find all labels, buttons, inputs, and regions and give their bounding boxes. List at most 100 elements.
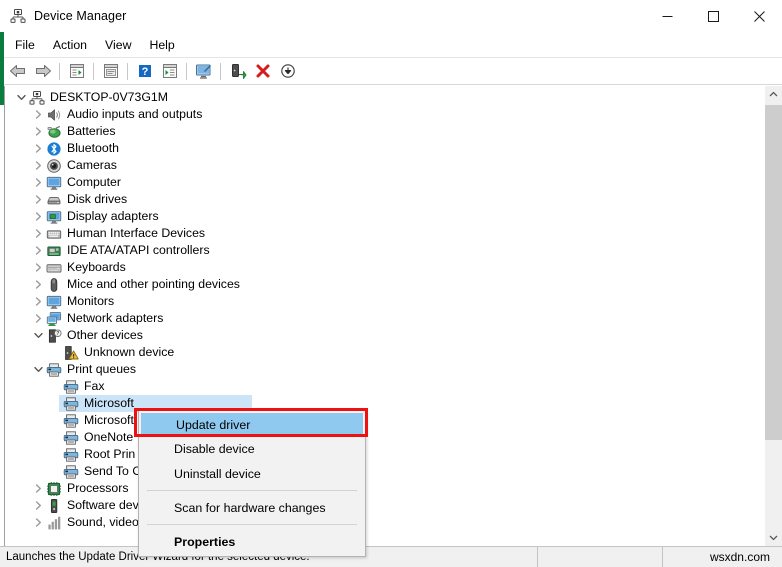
tree-row[interactable]: Processors bbox=[5, 480, 764, 497]
tree-row[interactable]: Network adapters bbox=[5, 310, 764, 327]
forward-icon[interactable] bbox=[30, 59, 55, 83]
tree-row[interactable]: Print queues bbox=[5, 361, 764, 378]
tree-row-label: Microsoft bbox=[84, 396, 134, 410]
tree-row[interactable]: IDE ATA/ATAPI controllers bbox=[5, 242, 764, 259]
expand-chevron-icon[interactable] bbox=[30, 514, 46, 531]
tree-row[interactable]: Audio inputs and outputs bbox=[5, 106, 764, 123]
tree-row[interactable]: Cameras bbox=[5, 157, 764, 174]
close-button[interactable] bbox=[736, 0, 782, 32]
expand-chevron-icon bbox=[47, 429, 63, 446]
computer-root-icon bbox=[29, 90, 45, 106]
tree-row[interactable]: Disk drives bbox=[5, 191, 764, 208]
tree-row[interactable]: Bluetooth bbox=[5, 140, 764, 157]
expand-chevron-icon[interactable] bbox=[30, 157, 46, 174]
expand-chevron-icon[interactable] bbox=[30, 497, 46, 514]
processor-icon bbox=[46, 481, 62, 497]
vertical-scrollbar[interactable] bbox=[764, 86, 782, 546]
expand-chevron-icon[interactable] bbox=[30, 174, 46, 191]
expand-chevron-icon bbox=[47, 412, 63, 429]
device-tree[interactable]: DESKTOP-0V73G1M Audio inputs and outputs B… bbox=[4, 86, 764, 546]
help-icon[interactable]: ? bbox=[132, 59, 157, 83]
back-icon[interactable] bbox=[5, 59, 30, 83]
tree-row[interactable]: Microsoft bbox=[5, 395, 764, 412]
tree-row[interactable]: Microsoft bbox=[5, 412, 764, 429]
expand-chevron-icon[interactable] bbox=[30, 191, 46, 208]
tree-row-label: Unknown device bbox=[84, 345, 175, 359]
tree-row[interactable]: Monitors bbox=[5, 293, 764, 310]
menu-action[interactable]: Action bbox=[44, 34, 96, 56]
context-menu-item[interactable]: Uninstall device bbox=[139, 461, 365, 486]
speaker-icon bbox=[46, 107, 62, 123]
show-hide-action-pane-icon[interactable] bbox=[157, 59, 182, 83]
update-driver-icon[interactable] bbox=[225, 59, 250, 83]
context-menu-item[interactable]: Update driver bbox=[141, 413, 363, 436]
context-menu-item[interactable]: Disable device bbox=[139, 436, 365, 461]
minimize-button[interactable] bbox=[644, 0, 690, 32]
expand-chevron-icon[interactable] bbox=[30, 327, 46, 344]
context-menu-item[interactable]: Scan for hardware changes bbox=[139, 495, 365, 520]
tree-row[interactable]: OneNote bbox=[5, 429, 764, 446]
expand-chevron-icon[interactable] bbox=[30, 361, 46, 378]
tree-row-label: Computer bbox=[67, 175, 121, 189]
uninstall-device-icon[interactable] bbox=[250, 59, 275, 83]
tree-row[interactable]: Sound, video bbox=[5, 514, 764, 531]
network-adapter-icon bbox=[46, 311, 62, 327]
tree-row-label: Monitors bbox=[67, 294, 115, 308]
expand-chevron-icon[interactable] bbox=[30, 259, 46, 276]
tree-row[interactable]: Mice and other pointing devices bbox=[5, 276, 764, 293]
menu-view[interactable]: View bbox=[96, 34, 140, 56]
tree-row-label: DESKTOP-0V73G1M bbox=[50, 90, 169, 104]
tree-row[interactable]: Unknown device bbox=[5, 344, 764, 361]
properties-icon[interactable] bbox=[98, 59, 123, 83]
expand-chevron-icon[interactable] bbox=[30, 276, 46, 293]
expand-chevron-icon[interactable] bbox=[30, 123, 46, 140]
scan-for-hardware-changes-icon[interactable] bbox=[191, 59, 216, 83]
tree-row-label: Sound, video bbox=[67, 515, 139, 529]
tree-row[interactable]: Display adapters bbox=[5, 208, 764, 225]
scroll-down-arrow[interactable] bbox=[765, 529, 782, 546]
tree-row[interactable]: Human Interface Devices bbox=[5, 225, 764, 242]
scrollbar-track[interactable] bbox=[765, 103, 782, 529]
tree-row[interactable]: ? Other devices bbox=[5, 327, 764, 344]
expand-chevron-icon[interactable] bbox=[30, 225, 46, 242]
show-hide-console-tree-icon[interactable] bbox=[64, 59, 89, 83]
printer-icon bbox=[46, 362, 62, 378]
green-accent-bar bbox=[0, 32, 4, 105]
tree-row[interactable]: Keyboards bbox=[5, 259, 764, 276]
scrollbar-thumb[interactable] bbox=[765, 105, 782, 440]
menu-help[interactable]: Help bbox=[140, 34, 183, 56]
tree-row[interactable]: DESKTOP-0V73G1M bbox=[5, 89, 764, 106]
caption-buttons bbox=[644, 0, 782, 32]
tree-row-label: Bluetooth bbox=[67, 141, 119, 155]
tree-row[interactable]: Software dev bbox=[5, 497, 764, 514]
expand-chevron-icon[interactable] bbox=[30, 140, 46, 157]
expand-chevron-icon[interactable] bbox=[30, 293, 46, 310]
tree-row[interactable]: Root Prin bbox=[5, 446, 764, 463]
expand-chevron-icon[interactable] bbox=[30, 242, 46, 259]
tree-row-label: Software dev bbox=[67, 498, 139, 512]
printer-icon bbox=[63, 430, 79, 446]
tree-row[interactable]: Send To O bbox=[5, 463, 764, 480]
tree-row[interactable]: Fax bbox=[5, 378, 764, 395]
expand-chevron-icon[interactable] bbox=[30, 208, 46, 225]
disable-device-icon[interactable] bbox=[275, 59, 300, 83]
maximize-button[interactable] bbox=[690, 0, 736, 32]
expand-chevron-icon[interactable] bbox=[13, 89, 29, 106]
expand-chevron-icon bbox=[47, 446, 63, 463]
expand-chevron-icon[interactable] bbox=[30, 480, 46, 497]
context-menu-item[interactable]: Properties bbox=[139, 529, 365, 554]
monitor-icon bbox=[46, 294, 62, 310]
tree-row-label: Root Prin bbox=[84, 447, 136, 461]
expand-chevron-icon[interactable] bbox=[30, 106, 46, 123]
scroll-up-arrow[interactable] bbox=[765, 86, 782, 103]
expand-chevron-icon[interactable] bbox=[30, 310, 46, 327]
disk-drive-icon bbox=[46, 192, 62, 208]
tree-row[interactable]: Batteries bbox=[5, 123, 764, 140]
expand-chevron-icon bbox=[47, 378, 63, 395]
ide-controller-icon bbox=[46, 243, 62, 259]
menu-file[interactable]: File bbox=[6, 34, 44, 56]
window-title: Device Manager bbox=[34, 9, 127, 23]
context-menu[interactable]: Update driver Disable device Uninstall dev… bbox=[138, 410, 366, 557]
tree-row[interactable]: Computer bbox=[5, 174, 764, 191]
tree-row-label: Keyboards bbox=[67, 260, 126, 274]
